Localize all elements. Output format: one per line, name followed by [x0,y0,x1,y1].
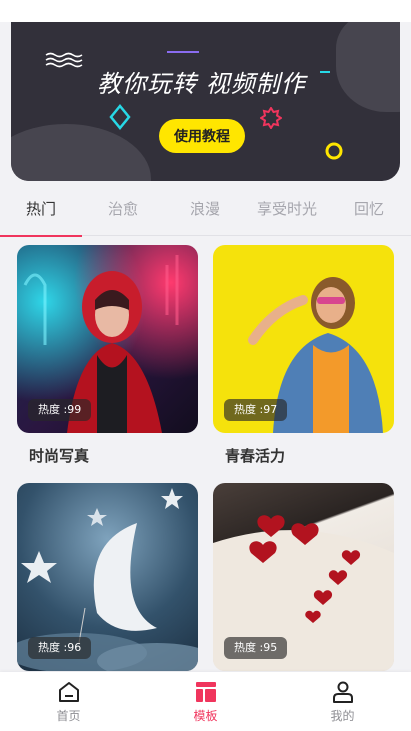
template-title: 时尚写真 [29,447,90,465]
home-icon [58,681,79,702]
template-card[interactable]: 热度 :95 [213,483,394,671]
template-thumbnail[interactable]: 热度 :97 [213,245,394,433]
circle-icon [325,142,343,160]
line-decoration [167,51,199,53]
bottom-navigation: 首页 模板 我的 [0,672,411,731]
tutorial-button[interactable]: 使用教程 [159,119,245,153]
tab-hot[interactable]: 热门 [0,182,82,237]
banner-decoration-blob [11,124,151,181]
template-card[interactable]: 热度 :99 时尚写真 [17,245,198,466]
popularity-badge: 热度 :96 [28,637,92,659]
template-card[interactable]: 热度 :96 [17,483,198,671]
category-tabs: 热门 治愈 浪漫 享受时光 回忆 [0,182,411,237]
tab-enjoy-time[interactable]: 享受时光 [246,182,328,236]
template-thumbnail[interactable]: 热度 :95 [213,483,394,671]
nav-profile[interactable]: 我的 [298,680,388,724]
template-thumbnail[interactable]: 热度 :96 [17,483,198,671]
popularity-badge: 热度 :97 [224,399,288,421]
nav-home[interactable]: 首页 [24,680,114,724]
nav-template[interactable]: 模板 [161,680,251,724]
nav-label: 首页 [56,708,81,723]
status-area [0,0,411,22]
template-title: 青春活力 [225,447,286,465]
popularity-badge: 热度 :99 [28,399,92,421]
nav-label: 我的 [330,708,355,723]
gear-shape-icon [260,107,282,129]
template-icon [195,681,216,702]
tab-healing[interactable]: 治愈 [82,182,164,236]
promo-banner[interactable]: 教你玩转 视频制作 使用教程 [11,22,400,181]
tab-romance[interactable]: 浪漫 [164,182,246,236]
diamond-icon [109,104,131,130]
profile-icon [332,681,353,703]
popularity-badge: 热度 :95 [224,637,288,659]
tab-memories[interactable]: 回忆 [328,182,410,236]
banner-title: 教你玩转 视频制作 [97,70,306,98]
template-card[interactable]: 热度 :97 青春活力 [213,245,394,466]
nav-label: 模板 [193,708,218,723]
template-thumbnail[interactable]: 热度 :99 [17,245,198,433]
